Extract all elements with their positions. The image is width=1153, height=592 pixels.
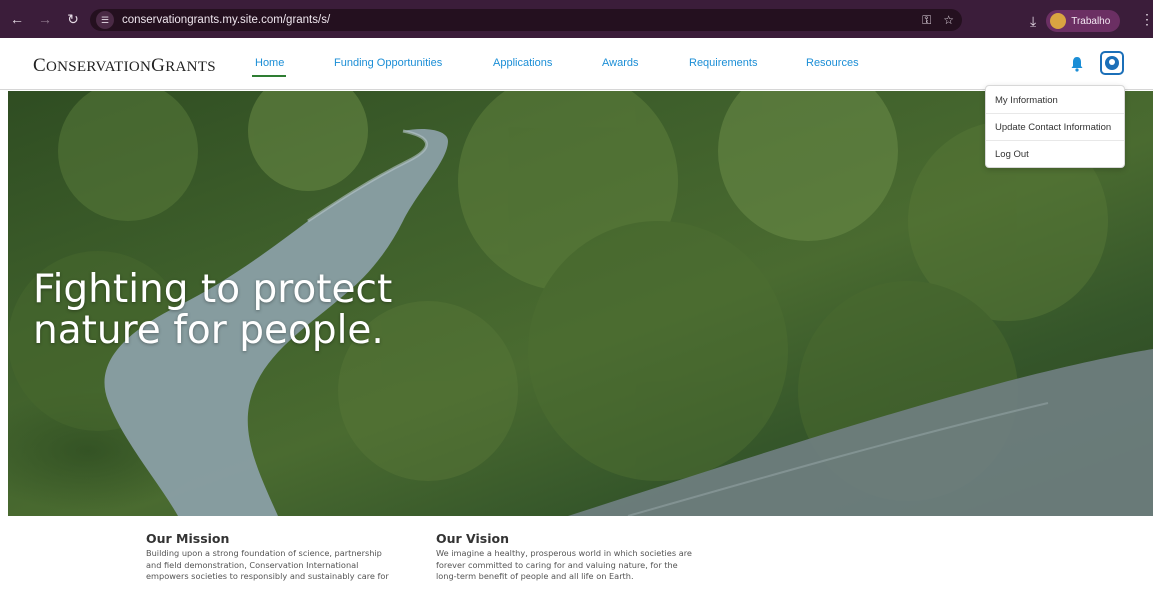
browser-toolbar: ← → ↻ ☰ conservationgrants.my.site.com/g… — [0, 0, 1153, 38]
back-icon[interactable]: ← — [6, 8, 28, 30]
logo-letter-g: G — [151, 55, 166, 76]
hero-title: Fighting to protect nature for people. — [33, 269, 453, 351]
mission-line-2: and field demonstration, Conservation In… — [146, 559, 359, 570]
nav-awards[interactable]: Awards — [602, 57, 638, 69]
menu-item-update-contact-information[interactable]: Update Contact Information — [995, 122, 1111, 133]
nav-requirements[interactable]: Requirements — [689, 57, 757, 69]
hero-banner: Fighting to protect nature for people. — [8, 91, 1153, 516]
kebab-icon[interactable]: ⋮ — [1140, 11, 1153, 28]
download-icon[interactable]: ⤓ — [1030, 13, 1036, 30]
nav-applications[interactable]: Applications — [493, 57, 552, 69]
password-key-icon[interactable]: ⚿ — [922, 13, 931, 28]
forward-icon[interactable]: → — [34, 8, 56, 30]
nav-funding-opportunities[interactable]: Funding Opportunities — [334, 57, 442, 69]
nav-resources[interactable]: Resources — [806, 57, 859, 69]
site-header: CONSERVATIONGRANTS Home Funding Opportun… — [0, 38, 1153, 90]
vision-text: We imagine a healthy, prosperous world i… — [436, 548, 692, 583]
mission-title: Our Mission — [146, 531, 230, 546]
menu-divider — [986, 113, 1124, 114]
profile-button[interactable]: Trabalho — [1046, 10, 1121, 32]
menu-item-log-out[interactable]: Log Out — [995, 149, 1029, 160]
logo-letter-c: C — [33, 55, 46, 76]
site-logo[interactable]: CONSERVATIONGRANTS — [33, 55, 216, 77]
site-info-icon[interactable]: ☰ — [96, 11, 114, 29]
vision-line-2: forever committed to caring for and valu… — [436, 559, 678, 570]
address-bar[interactable]: ☰ conservationgrants.my.site.com/grants/… — [90, 9, 962, 31]
logo-text-1: ONSERVATION — [45, 59, 152, 75]
user-avatar-icon — [1105, 56, 1119, 70]
url-text[interactable]: conservationgrants.my.site.com/grants/s/ — [122, 14, 330, 26]
user-avatar-button[interactable] — [1100, 51, 1124, 75]
mission-text: Building upon a strong foundation of sci… — [146, 548, 389, 583]
nav-home[interactable]: Home — [255, 57, 284, 69]
mission-line-1: Building upon a strong foundation of sci… — [146, 548, 382, 558]
menu-item-my-information[interactable]: My Information — [995, 95, 1058, 106]
bookmark-star-icon[interactable]: ☆ — [943, 13, 954, 28]
mission-line-3: empowers societies to responsibly and su… — [146, 571, 389, 581]
user-dropdown-menu: My Information Update Contact Informatio… — [985, 85, 1125, 168]
vision-line-1: We imagine a healthy, prosperous world i… — [436, 548, 692, 558]
reload-icon[interactable]: ↻ — [62, 8, 84, 30]
logo-text-2: RANTS — [165, 59, 216, 75]
menu-divider — [986, 140, 1124, 141]
profile-label: Trabalho — [1071, 15, 1111, 27]
bell-icon[interactable] — [1070, 56, 1084, 72]
hero-title-line-2: nature for people. — [33, 308, 384, 353]
vision-line-3: long-term benefit of people and all life… — [436, 571, 634, 581]
hero-title-line-1: Fighting to protect — [33, 267, 393, 312]
profile-avatar-icon — [1050, 13, 1067, 29]
vision-title: Our Vision — [436, 531, 509, 546]
nav-active-underline — [252, 75, 286, 77]
